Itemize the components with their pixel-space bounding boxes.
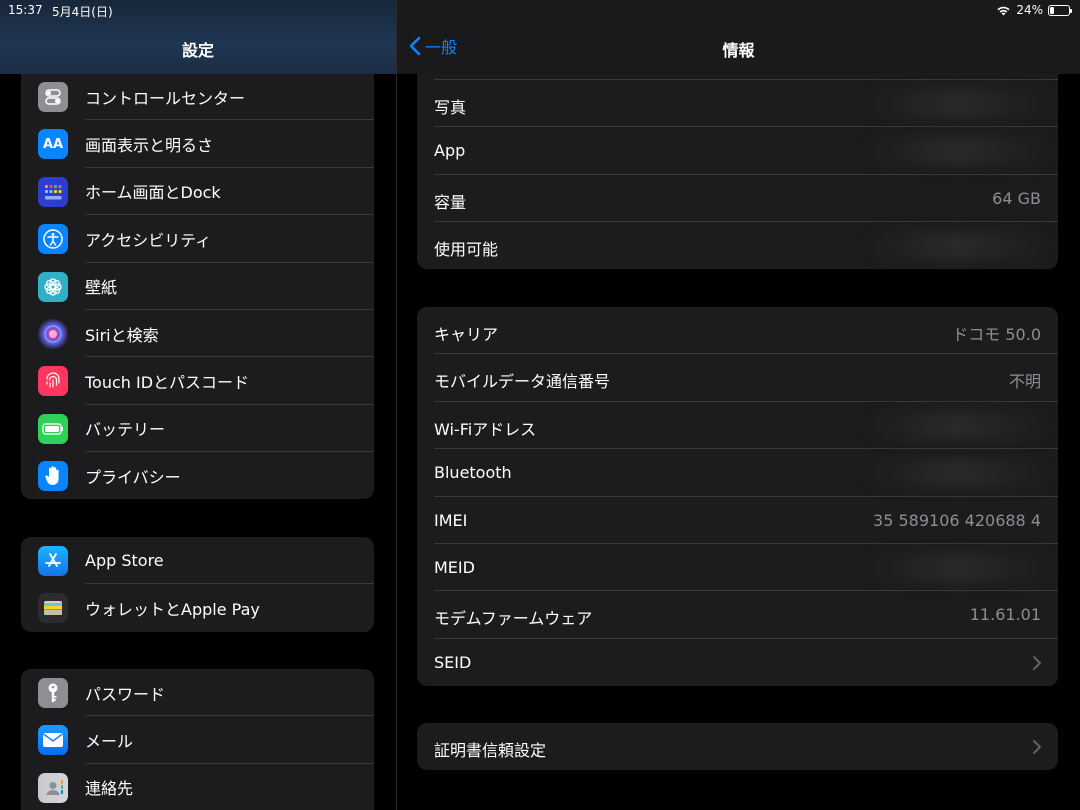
home-screen-icon (38, 176, 68, 207)
hand-icon (38, 461, 68, 492)
sidebar-item-label: ホーム画面とDock (85, 183, 221, 203)
info-row-wifi-address: Wi-Fiアドレス (417, 402, 1058, 450)
contacts-icon (38, 772, 68, 803)
sidebar-title: 設定 (181, 41, 214, 60)
sidebar-item-privacy[interactable]: プライバシー (21, 452, 374, 499)
sidebar-group-accounts: パスワード メール 連絡先 (21, 669, 374, 810)
info-value: ドコモ 50.0 (952, 325, 1041, 344)
info-label: 容量 (434, 192, 467, 212)
sidebar-item-passwords[interactable]: パスワード (21, 669, 374, 717)
battery-percent: 24% (1016, 3, 1043, 17)
info-row-carrier: キャリア ドコモ 50.0 (417, 307, 1058, 355)
control-center-icon (38, 82, 68, 112)
redacted-value (868, 232, 1048, 261)
info-row-meid: MEID (417, 544, 1058, 592)
app-store-icon (38, 546, 68, 576)
info-label: モデムファームウェア (434, 609, 593, 629)
sidebar-item-battery[interactable]: バッテリー (21, 405, 374, 453)
info-label: SEID (434, 652, 472, 672)
info-label: 証明書信頼設定 (434, 741, 547, 760)
info-value: 11.61.01 (969, 605, 1041, 625)
sidebar-item-label: Siriと検索 (85, 325, 159, 345)
sidebar-item-label: 画面表示と明るさ (85, 136, 214, 156)
sidebar-item-label: ウォレットとApple Pay (85, 600, 260, 620)
sidebar-item-contacts[interactable]: 連絡先 (21, 764, 374, 810)
redacted-value (868, 90, 1048, 118)
battery-fill (1050, 6, 1054, 14)
sidebar-item-siri[interactable]: Siriと検索 (21, 310, 374, 358)
info-row-certificate-trust[interactable]: 証明書信頼設定 (417, 723, 1058, 770)
chevron-right-icon (1033, 740, 1041, 754)
info-value: 35 589106 420688 4 (873, 510, 1041, 530)
sidebar-item-touch-id[interactable]: Touch IDとパスコード (21, 357, 374, 405)
info-label: Wi-Fiアドレス (434, 419, 537, 439)
sidebar-item-control-center[interactable]: コントロールセンター (21, 73, 374, 121)
sidebar-item-label: App Store (85, 551, 164, 571)
info-label: App (434, 141, 466, 161)
info-label: IMEI (434, 510, 468, 530)
info-value: 不明 (1008, 372, 1041, 392)
info-row-apps: App (417, 127, 1058, 175)
info-value: 64 GB (992, 188, 1041, 208)
sidebar-item-label: コントロールセンター (85, 88, 246, 108)
info-row-mobile-number: モバイルデータ通信番号 不明 (417, 354, 1058, 402)
info-label: MEID (434, 557, 475, 577)
redacted-value (868, 137, 1048, 166)
sidebar-item-label: プライバシー (85, 467, 181, 487)
info-row-imei: IMEI 35 589106 420688 4 (417, 497, 1058, 544)
status-date: 5月4日(日) (52, 5, 113, 19)
info-row-capacity: 容量 64 GB (417, 175, 1058, 223)
battery-icon (38, 413, 68, 444)
info-label: モバイルデータ通信番号 (434, 372, 611, 392)
sidebar-item-label: 壁紙 (85, 278, 118, 298)
mail-icon (38, 725, 68, 756)
redacted-value (868, 411, 1048, 440)
status-time: 15:37 (8, 3, 43, 17)
siri-icon (38, 318, 68, 349)
sidebar-group-display: コントロールセンター AA 画面表示と明るさ ホーム画面とDock アクセシビリ… (21, 73, 374, 499)
network-info-group: キャリア ドコモ 50.0 モバイルデータ通信番号 不明 Wi-Fiアドレス B… (417, 307, 1058, 686)
wallet-icon (38, 593, 68, 624)
sidebar-item-label: 連絡先 (85, 779, 134, 799)
settings-sidebar: 設定 コントロールセンター AA 画面表示と明るさ ホーム画面とDock アクセ… (0, 0, 396, 810)
sidebar-item-label: アクセシビリティ (85, 230, 212, 250)
info-row-photos: 写真 (417, 80, 1058, 128)
info-row-available: 使用可能 (417, 222, 1058, 269)
info-label: 使用可能 (434, 240, 499, 260)
sidebar-item-home-screen[interactable]: ホーム画面とDock (21, 168, 374, 216)
redacted-value (868, 553, 1048, 582)
wifi-icon (997, 6, 1010, 15)
sidebar-item-wallpaper[interactable]: 壁紙 (21, 263, 374, 310)
sidebar-item-label: バッテリー (85, 420, 166, 440)
info-label: キャリア (434, 325, 499, 344)
sidebar-item-app-store[interactable]: App Store (21, 537, 374, 585)
info-label: 写真 (434, 98, 467, 117)
status-right: 24% (996, 3, 1072, 17)
sidebar-item-mail[interactable]: メール (21, 716, 374, 764)
battery-status-icon (1048, 4, 1072, 16)
chevron-right-icon (1033, 655, 1041, 670)
info-row-bluetooth: Bluetooth (417, 449, 1058, 497)
fingerprint-icon (38, 366, 68, 397)
sidebar-item-wallet[interactable]: ウォレットとApple Pay (21, 584, 374, 631)
display-brightness-icon: AA (38, 129, 68, 160)
certificate-group: 証明書信頼設定 (417, 723, 1058, 770)
sidebar-item-label: Touch IDとパスコード (85, 373, 250, 393)
info-row-modem-firmware: モデムファームウェア 11.61.01 (417, 591, 1058, 639)
info-row-seid[interactable]: SEID (417, 639, 1058, 686)
about-detail-pane: 一般 情報 写真 App 容量 64 GB 使用可能 キャリア ドコモ 50.0… (397, 0, 1080, 810)
page-title: 情報 (722, 41, 755, 60)
info-label: Bluetooth (434, 463, 512, 483)
sidebar-item-label: メール (85, 732, 134, 752)
wallpaper-icon (38, 271, 68, 302)
key-icon (38, 678, 68, 708)
status-bar: 15:37 5月4日(日) 24% (0, 0, 1080, 22)
storage-info-group: 写真 App 容量 64 GB 使用可能 (417, 74, 1058, 269)
accessibility-icon (38, 224, 68, 255)
sidebar-item-accessibility[interactable]: アクセシビリティ (21, 215, 374, 263)
redacted-value (868, 459, 1048, 488)
sidebar-group-store: App Store ウォレットとApple Pay (21, 537, 374, 632)
sidebar-item-label: パスワード (85, 684, 166, 704)
sidebar-item-display[interactable]: AA 画面表示と明るさ (21, 120, 374, 168)
